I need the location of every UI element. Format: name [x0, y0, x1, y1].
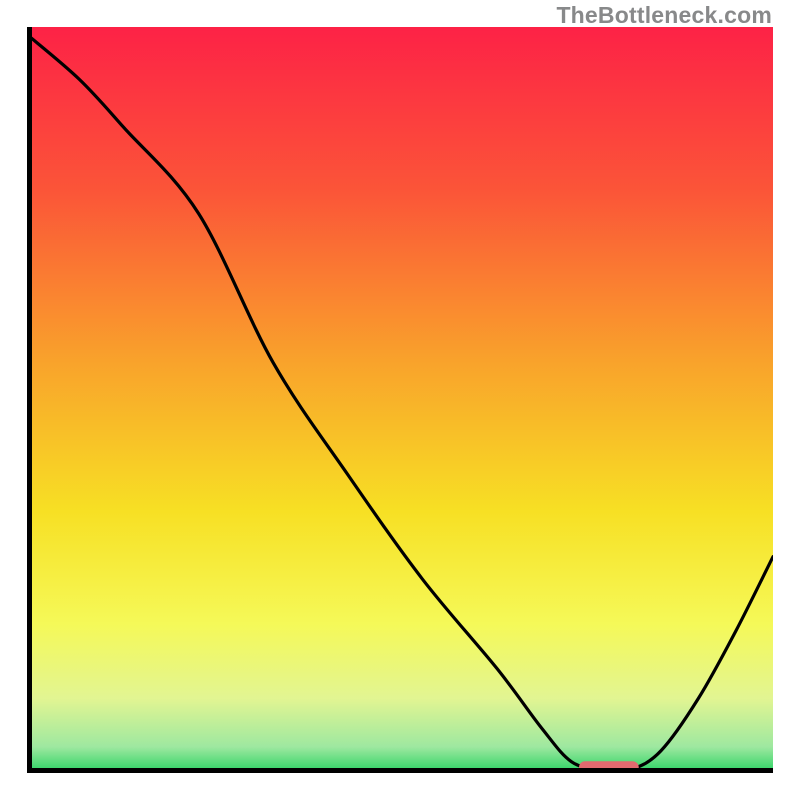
- bottleneck-chart: TheBottleneck.com: [0, 0, 800, 800]
- y-axis: [27, 27, 32, 773]
- plot-area: [27, 27, 773, 773]
- optimal-region-marker: [27, 27, 773, 773]
- watermark-text: TheBottleneck.com: [556, 2, 772, 29]
- x-axis: [27, 768, 773, 773]
